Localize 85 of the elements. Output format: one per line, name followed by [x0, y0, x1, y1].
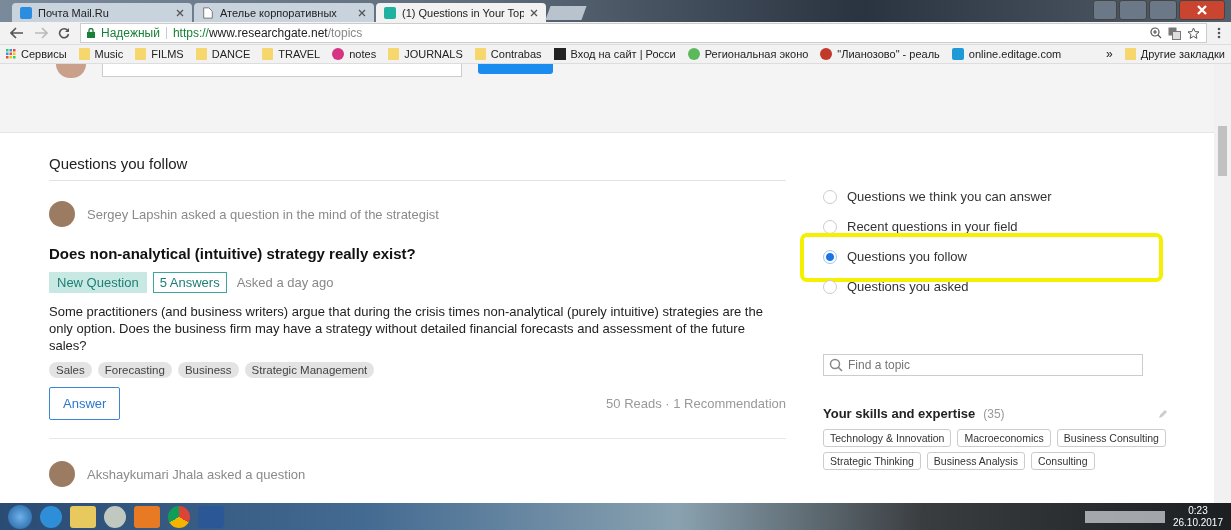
bookmark-item[interactable]: online.editage.com [951, 48, 1062, 60]
minimize-button[interactable] [1119, 0, 1147, 20]
address-field[interactable]: Надежный https://www.researchgate.net/topics [80, 23, 1207, 43]
close-icon[interactable] [358, 8, 366, 17]
browser-tab[interactable]: Почта Mail.Ru [12, 3, 192, 22]
close-icon[interactable] [176, 8, 184, 17]
topic-tag[interactable]: Sales [49, 362, 92, 378]
folder-icon [195, 48, 207, 60]
bookmark-item[interactable]: Вход на сайт | Росси [553, 48, 676, 60]
site-icon [820, 48, 833, 60]
skill-tag[interactable]: Macroeconomics [957, 429, 1051, 447]
star-icon[interactable] [1187, 26, 1200, 40]
topic-tag[interactable]: Strategic Management [244, 362, 375, 378]
new-tab-button[interactable] [545, 6, 587, 20]
bookmark-item[interactable]: TRAVEL [262, 48, 321, 60]
skill-tag[interactable]: Business Consulting [1056, 429, 1166, 447]
bookmark-item[interactable]: FILMS [135, 48, 184, 60]
question-input-field[interactable] [102, 64, 462, 77]
back-icon[interactable] [10, 27, 24, 39]
radio-button[interactable] [823, 219, 837, 234]
start-button[interactable] [8, 504, 32, 529]
skill-tag[interactable]: Consulting [1030, 452, 1095, 470]
search-icon [829, 358, 843, 372]
bookmark-item[interactable]: "Лианозово" - реаль [820, 48, 940, 60]
answer-button[interactable]: Answer [49, 387, 121, 420]
filter-option[interactable]: Questions we think you can answer [823, 189, 1052, 204]
answers-count[interactable]: 5 Answers [152, 272, 227, 293]
translate-icon[interactable] [1168, 26, 1181, 40]
skills-title: Your skills and expertise [823, 406, 976, 421]
apps-grid-icon [6, 49, 16, 59]
question-title[interactable]: Does non-analytical (intuitive) strategy really exist? [49, 245, 786, 262]
scrollbar[interactable] [1214, 64, 1231, 503]
lock-icon [87, 28, 95, 38]
folder-icon [78, 48, 90, 60]
close-icon[interactable] [530, 8, 538, 17]
bookmark-item[interactable]: Music [78, 48, 124, 60]
more-bookmarks-button[interactable]: » [1106, 47, 1113, 61]
browser-tab[interactable]: Ателье корпоративных [194, 3, 374, 22]
filter-option[interactable]: Recent questions in your field [823, 219, 1018, 234]
author-line: Akshaykumari Jhala asked a question [87, 466, 306, 482]
bookmark-item[interactable]: DANCE [195, 48, 251, 60]
folder-icon [262, 48, 274, 60]
folder-icon [135, 48, 147, 60]
radio-button[interactable] [823, 189, 837, 204]
avatar-placeholder [49, 201, 75, 227]
folder-icon [388, 48, 400, 60]
bookmark-item[interactable]: Другие закладки [1124, 48, 1225, 60]
bookmark-item[interactable]: Сервисы [6, 48, 67, 60]
avatar-placeholder [49, 461, 75, 487]
browser-circle-icon[interactable] [168, 505, 190, 528]
skill-tag[interactable]: Strategic Thinking [823, 452, 921, 470]
close-icon [1196, 5, 1208, 15]
author-line: Sergey Lapshin asked a question in the mind of the strategist [87, 206, 439, 222]
close-button[interactable] [1179, 0, 1225, 20]
browser-tab[interactable]: (1) Questions in Your Top [376, 3, 546, 22]
skills-count: (35) [983, 406, 1005, 421]
bookmark-item[interactable]: notes [332, 48, 377, 60]
reload-icon[interactable] [58, 27, 70, 39]
topic-search-field[interactable]: Find a topic [823, 354, 1143, 376]
filter-option[interactable]: Questions you asked [823, 279, 969, 294]
question-stats: 50 Reads · 1 Recommendation [606, 396, 786, 411]
clock-time: 0:23 [1188, 504, 1208, 517]
new-question-badge: New Question [49, 272, 147, 293]
menu-icon[interactable] [1217, 27, 1221, 39]
topic-tag[interactable]: Business [177, 362, 239, 378]
zoom-icon[interactable] [1150, 27, 1162, 39]
bookmark-item[interactable]: Региональная эконо [687, 48, 809, 60]
section-heading: Questions you follow [49, 133, 786, 181]
filter-option[interactable]: Questions you follow [823, 249, 967, 264]
clock-date: 26.10.2017 [1172, 516, 1223, 529]
maximize-button[interactable] [1149, 0, 1177, 20]
site-icon [951, 48, 964, 60]
skill-tag[interactable]: Business Analysis [926, 452, 1025, 470]
bookmark-item[interactable]: Contrabas [474, 48, 542, 60]
topic-tag[interactable]: Forecasting [97, 362, 172, 378]
page-icon [202, 6, 214, 19]
question-text: Some practitioners (and business writers) argue that during the crisis times non-analytical (purely intuitive) strategies are the only option. Does the business firm may have a strategy without detailed financial forecasts and assessment of the future sales? [49, 303, 764, 354]
avatar-placeholder [56, 64, 86, 78]
folder-icon [474, 48, 486, 60]
asked-time: Asked a day ago [236, 275, 334, 290]
folder-icon[interactable] [70, 505, 96, 528]
bookmark-item[interactable]: JOURNALS [388, 48, 463, 60]
skill-tag[interactable]: Technology & Innovation [823, 429, 952, 447]
radio-button[interactable] [823, 249, 837, 264]
folder-icon [1124, 48, 1136, 60]
